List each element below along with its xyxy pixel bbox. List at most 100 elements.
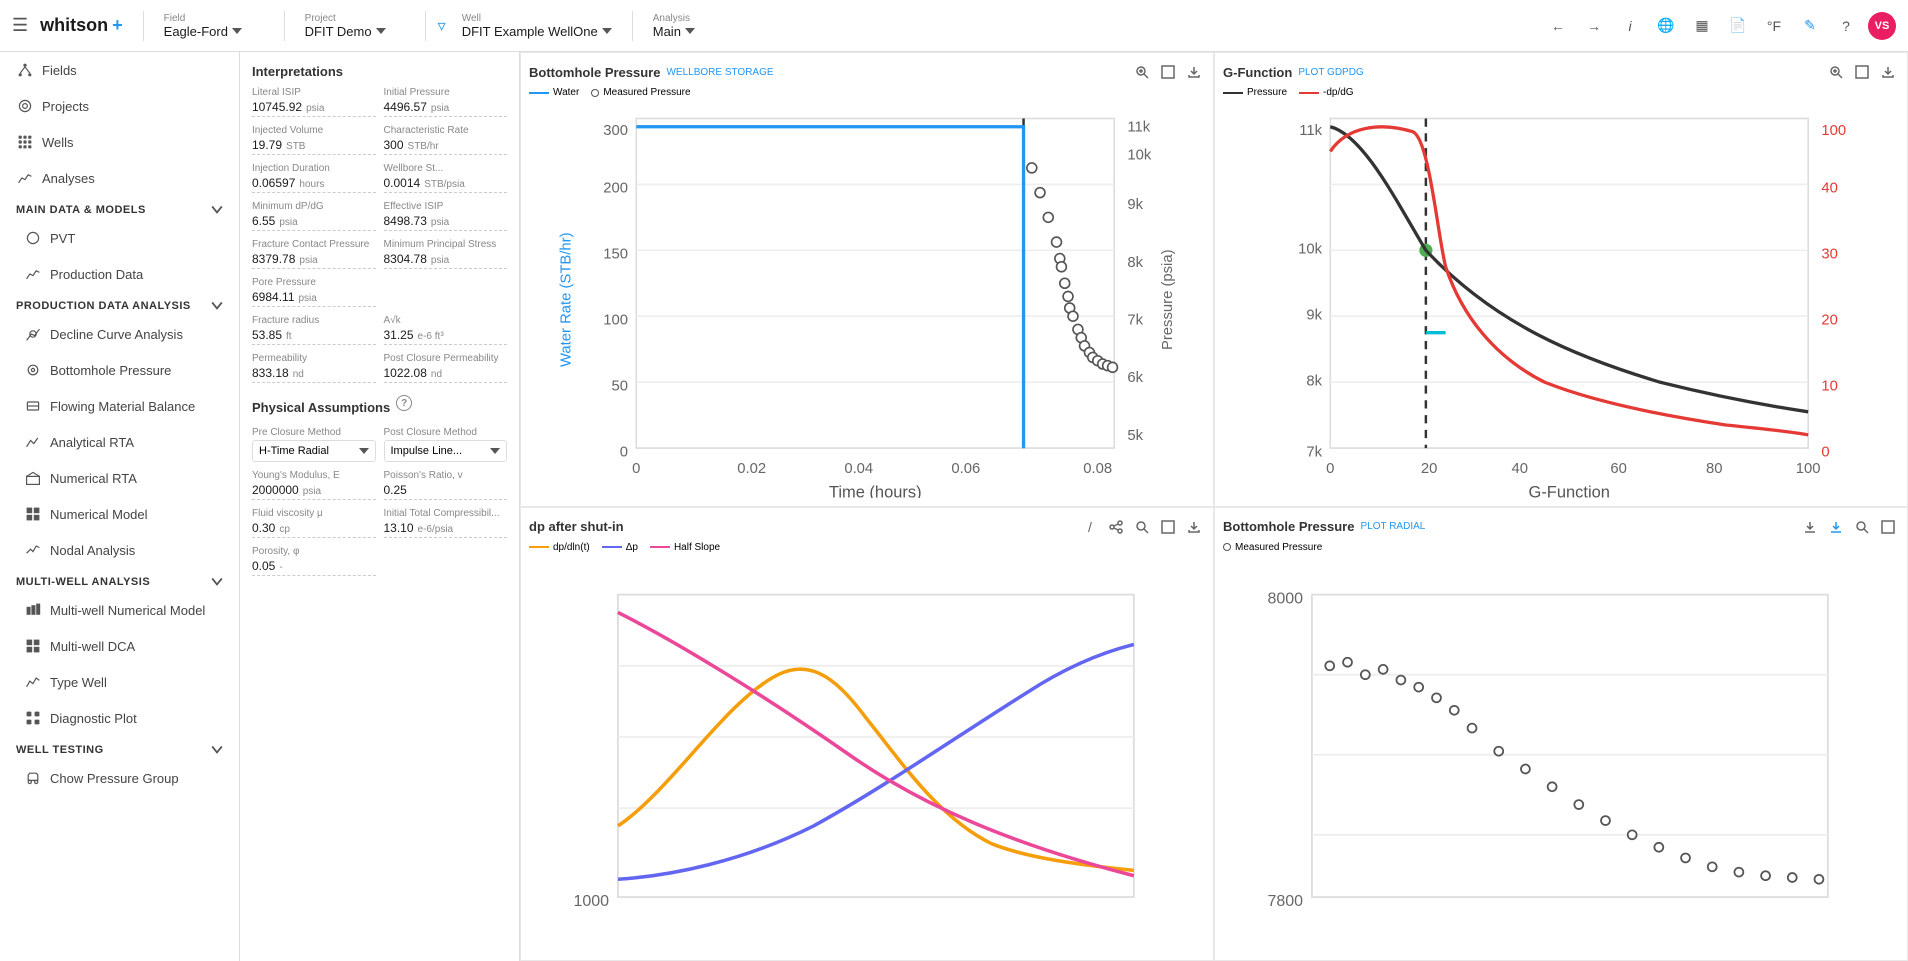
back-button[interactable]: ← <box>1544 12 1572 40</box>
table-button[interactable]: ▦ <box>1688 12 1716 40</box>
pa-info-icon[interactable]: ? <box>396 395 412 411</box>
pre-closure-select[interactable]: H-Time Radial <box>252 440 376 462</box>
svg-text:7k: 7k <box>1306 444 1322 460</box>
sidebar-item-multi-well-dca[interactable]: Multi-well DCA <box>8 628 239 664</box>
chart-bhr-expand[interactable] <box>1877 516 1899 538</box>
field-row-5: Pore Pressure 6984.11psia <box>252 277 507 307</box>
forward-button[interactable]: → <box>1580 12 1608 40</box>
analyses-icon <box>16 169 34 187</box>
field-min-dpdg: Minimum dP/dG 6.55psia <box>252 201 376 231</box>
sidebar-item-type-well[interactable]: Type Well <box>8 664 239 700</box>
chart-bh-zoom[interactable] <box>1131 61 1153 83</box>
svg-text:7800: 7800 <box>1267 892 1303 909</box>
mwn-icon <box>24 601 42 619</box>
sidebar-item-diagnostic-plot[interactable]: Diagnostic Plot <box>8 700 239 736</box>
chart-gf-export[interactable] <box>1877 61 1899 83</box>
chart-bh-expand[interactable] <box>1157 61 1179 83</box>
field-fracture-contact: Fracture Contact Pressure 8379.78psia <box>252 239 376 269</box>
hamburger-menu[interactable]: ☰ <box>12 15 28 36</box>
field-literal-isip: Literal ISIP 10745.92psia <box>252 87 376 117</box>
field-poissons-ratio: Poisson's Ratio, v 0.25 <box>384 470 508 500</box>
analysis-selector[interactable]: Analysis Main <box>653 13 753 39</box>
pda-header[interactable]: Production Data Analysis <box>0 292 239 316</box>
well-testing-header[interactable]: Well Testing <box>0 736 239 760</box>
sidebar-item-fields[interactable]: Fields <box>0 52 239 88</box>
filter-icon: ▿ <box>438 16 446 36</box>
export-button[interactable]: 📄 <box>1724 12 1752 40</box>
chart-dp-body: 1000 <box>529 557 1205 953</box>
svg-text:11k: 11k <box>1127 120 1150 136</box>
bottomhole-icon <box>24 361 42 379</box>
sidebar-item-analytical-rta[interactable]: Analytical RTA <box>8 424 239 460</box>
field-row-6: Fracture radius 53.85ft A√k 31.25e-6 ft³ <box>252 315 507 345</box>
field-characteristic-rate: Characteristic Rate 300STB/hr <box>384 125 508 155</box>
mwa-header[interactable]: Multi-Well Analysis <box>0 568 239 592</box>
chart-bhr-zoom[interactable] <box>1851 516 1873 538</box>
svg-text:8k: 8k <box>1306 373 1322 389</box>
legend-pressure: Pressure <box>1223 87 1287 98</box>
analysis-label: Analysis <box>653 13 753 24</box>
field-min-principal-stress: Minimum Principal Stress 8304.78psia <box>384 239 508 269</box>
mwdca-icon <box>24 637 42 655</box>
sidebar-item-nodal-analysis[interactable]: Nodal Analysis <box>8 532 239 568</box>
chart-dp-share[interactable] <box>1105 516 1127 538</box>
sidebar-item-flowing-material-balance[interactable]: Flowing Material Balance <box>8 388 239 424</box>
sidebar-item-numerical-rta[interactable]: Numerical RTA <box>8 460 239 496</box>
sidebar-item-bottomhole-pressure[interactable]: Bottomhole Pressure <box>8 352 239 388</box>
sidebar-item-multi-well-numerical[interactable]: Multi-well Numerical Model <box>8 592 239 628</box>
topbar-divider-4 <box>632 11 633 41</box>
chart-gf-title: G-Function <box>1223 65 1292 80</box>
temperature-button[interactable]: °F <box>1760 12 1788 40</box>
sidebar-item-pvt[interactable]: PVT <box>8 220 239 256</box>
pre-closure-group: Pre Closure Method H-Time Radial <box>252 427 376 462</box>
chart-dp-zoom[interactable] <box>1131 516 1153 538</box>
legend-deltap: Δp <box>602 542 638 553</box>
chart-bhr-subtitle: PLOT RADIAL <box>1360 521 1425 532</box>
well-testing-sub: Chow Pressure Group <box>0 760 239 796</box>
main-data-models-header[interactable]: Main Data & Models <box>0 196 239 220</box>
field-ask: A√k 31.25e-6 ft³ <box>384 315 508 345</box>
field-initial-total-comp: Initial Total Compressibil... 13.10e-6/p… <box>384 508 508 538</box>
sidebar-item-decline-curve[interactable]: Decline Curve Analysis <box>8 316 239 352</box>
sidebar-item-chow-pressure[interactable]: Chow Pressure Group <box>8 760 239 796</box>
globe-button[interactable]: 🌐 <box>1652 12 1680 40</box>
legend-half-slope: Half Slope <box>650 542 720 553</box>
projects-icon <box>16 97 34 115</box>
svg-text:11k: 11k <box>1299 123 1322 139</box>
chart-bhr-title: Bottomhole Pressure <box>1223 519 1354 534</box>
info-button[interactable]: i <box>1616 12 1644 40</box>
user-avatar[interactable]: VS <box>1868 12 1896 40</box>
chart-bh-export[interactable] <box>1183 61 1205 83</box>
diagnostic-icon <box>24 709 42 727</box>
field-wellbore-st: Wellbore St... 0.0014STB/psia <box>384 163 508 193</box>
svg-text:0: 0 <box>1326 461 1334 477</box>
main-data-sub: PVT Production Data <box>0 220 239 292</box>
svg-text:5k: 5k <box>1127 428 1143 444</box>
svg-text:80: 80 <box>1706 461 1723 477</box>
sidebar-item-numerical-model[interactable]: Numerical Model <box>8 496 239 532</box>
sidebar-item-production-data[interactable]: Production Data <box>8 256 239 292</box>
chart-gf-expand[interactable] <box>1851 61 1873 83</box>
well-selector[interactable]: Well DFIT Example WellOne <box>462 13 612 39</box>
chart-dp-actions: / <box>1079 516 1205 538</box>
pre-closure-chevron <box>359 446 369 456</box>
chart-bhr-export2[interactable] <box>1799 516 1821 538</box>
chart-gf-zoom[interactable] <box>1825 61 1847 83</box>
svg-text:0.08: 0.08 <box>1083 461 1112 477</box>
edit-button[interactable]: ✎ <box>1796 12 1824 40</box>
chart-dp-expand[interactable] <box>1157 516 1179 538</box>
sidebar-item-wells[interactable]: Wells <box>0 124 239 160</box>
topbar: ☰ whitson+ Field Eagle-Ford Project DFIT… <box>0 0 1908 52</box>
field-selector[interactable]: Field Eagle-Ford <box>164 13 264 39</box>
chart-dp-edit[interactable]: / <box>1079 516 1101 538</box>
chart-dp-export[interactable] <box>1183 516 1205 538</box>
sidebar-item-projects[interactable]: Projects <box>0 88 239 124</box>
svg-text:0: 0 <box>1821 444 1829 460</box>
post-closure-select[interactable]: Impulse Line... <box>384 440 508 462</box>
chart-bhr-download[interactable] <box>1825 516 1847 538</box>
nodal-analysis-icon <box>24 541 42 559</box>
legend-dplnt: dp/dln(t) <box>529 542 590 553</box>
help-button[interactable]: ? <box>1832 12 1860 40</box>
project-selector[interactable]: Project DFIT Demo <box>305 13 405 39</box>
sidebar-item-analyses[interactable]: Analyses <box>0 160 239 196</box>
